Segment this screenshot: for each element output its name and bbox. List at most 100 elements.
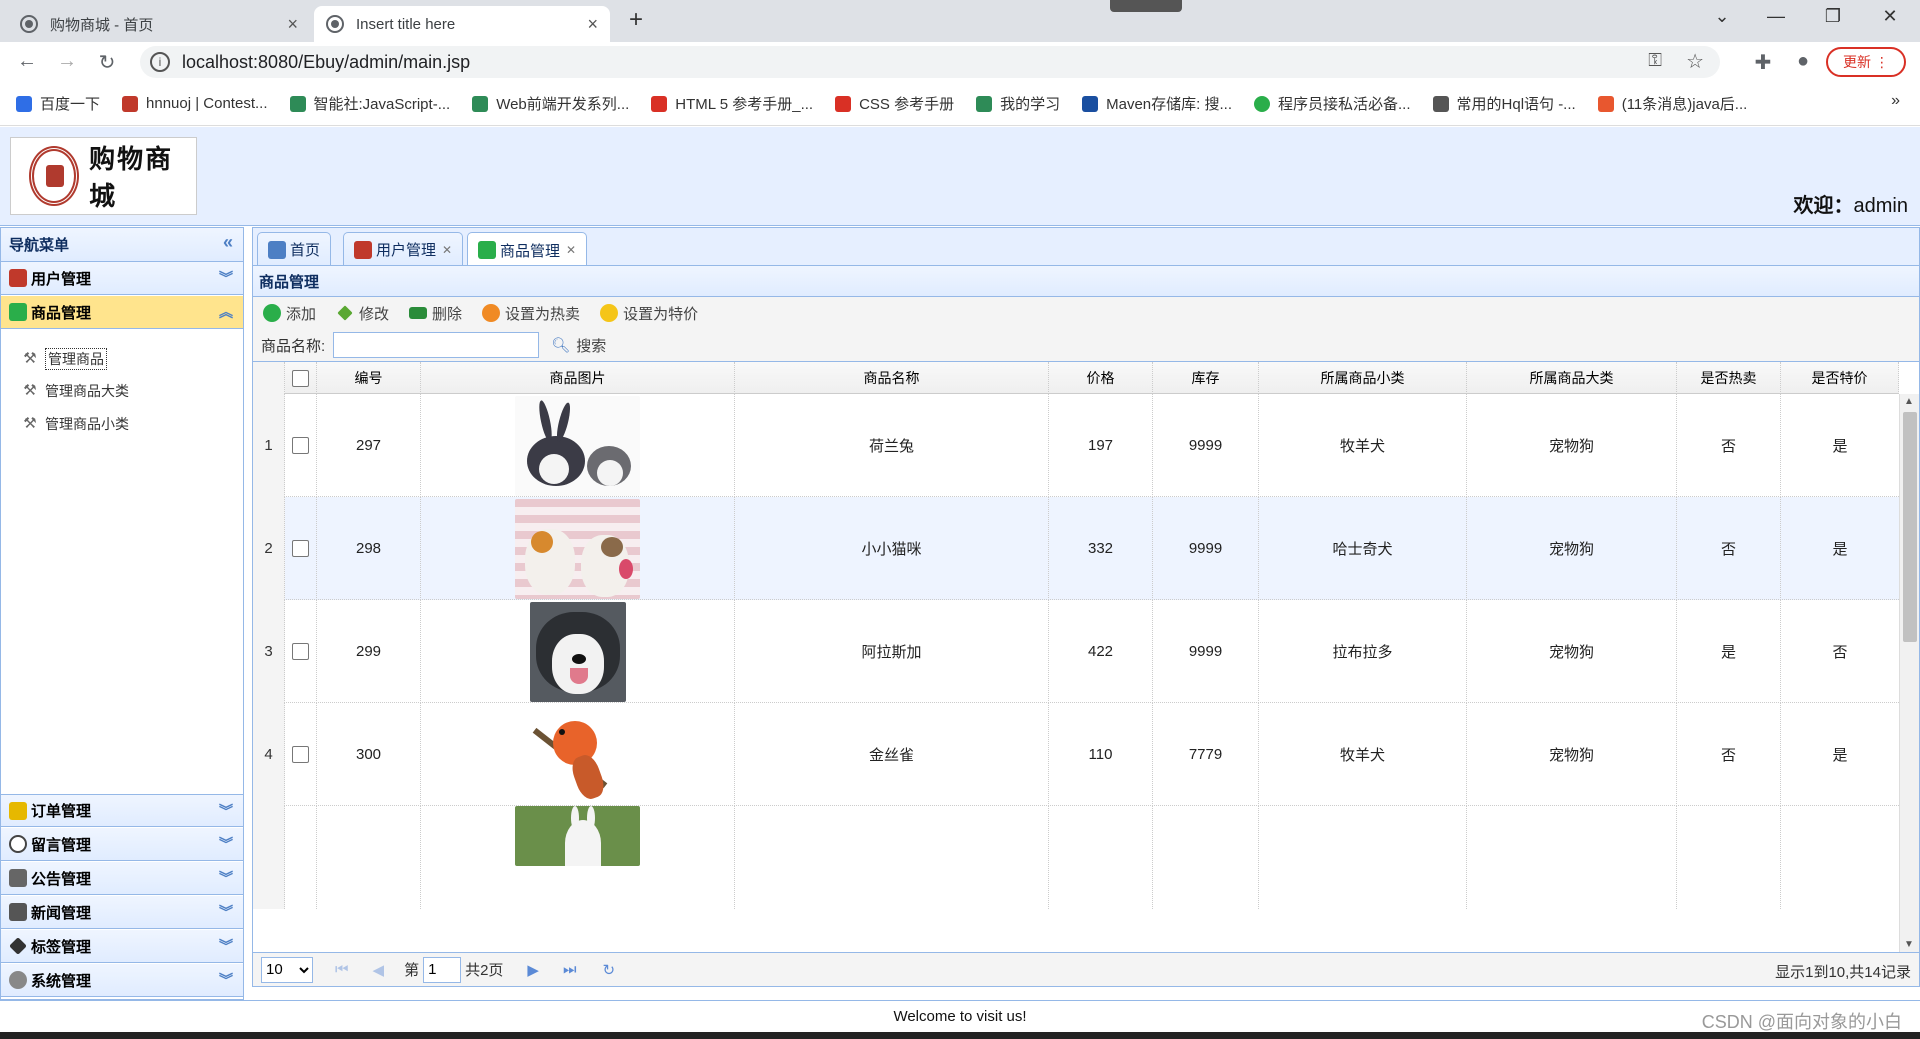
goods-id: 298 bbox=[317, 497, 421, 600]
update-button[interactable]: 更新 ⋮ bbox=[1826, 47, 1906, 77]
back-icon[interactable]: ← bbox=[12, 50, 42, 73]
column-header[interactable]: 所属商品大类 bbox=[1467, 362, 1677, 394]
table-row[interactable]: 1 297 荷兰兔 197 9999 牧羊犬 宠物狗 否 是 bbox=[253, 394, 1899, 497]
grid-scrollbar[interactable]: ▲ ▼ bbox=[1899, 394, 1919, 952]
reload-icon[interactable]: ↻ bbox=[92, 50, 122, 75]
star-icon bbox=[600, 304, 619, 322]
row-checkbox[interactable] bbox=[292, 643, 309, 660]
browser-tab-strip: 购物商城 - 首页 × Insert title here × + ⌄ — ❐ … bbox=[0, 0, 1920, 42]
bookmark-item[interactable]: CSS 参考手册 bbox=[835, 93, 954, 114]
sidebar-item-manage-categories[interactable]: ⚒ 管理商品大类 bbox=[21, 381, 129, 401]
page-number-input[interactable] bbox=[423, 956, 462, 983]
delete-button[interactable]: 删除 bbox=[409, 303, 462, 324]
menu-message-management[interactable]: 留言管理 ︾ bbox=[1, 828, 243, 861]
column-header[interactable]: 商品图片 bbox=[421, 362, 735, 394]
tab-close-icon[interactable]: ✕ bbox=[442, 243, 452, 257]
tab-user-management[interactable]: 用户管理 ✕ bbox=[343, 232, 464, 266]
kittens-image bbox=[515, 498, 640, 599]
refresh-icon[interactable]: ↻ bbox=[602, 961, 615, 979]
collapse-icon[interactable]: « bbox=[223, 232, 233, 253]
menu-user-management[interactable]: 用户管理 ︾ bbox=[1, 262, 243, 295]
table-row[interactable] bbox=[253, 806, 1899, 909]
next-page-icon[interactable]: ▶ bbox=[527, 961, 539, 979]
column-header[interactable]: 编号 bbox=[317, 362, 421, 394]
close-icon[interactable]: × bbox=[587, 14, 598, 35]
star-icon[interactable]: ☆ bbox=[1686, 49, 1704, 74]
close-icon[interactable]: × bbox=[287, 14, 298, 35]
menu-tag-management[interactable]: 标签管理 ︾ bbox=[1, 930, 243, 963]
bookmark-item[interactable]: Maven存储库: 搜... bbox=[1082, 93, 1232, 114]
menu-news-management[interactable]: 新闻管理 ︾ bbox=[1, 896, 243, 929]
row-checkbox[interactable] bbox=[292, 746, 309, 763]
bookmarks-more-icon[interactable]: » bbox=[1891, 92, 1900, 110]
goods-image-cell bbox=[421, 703, 735, 806]
new-tab-button[interactable]: + bbox=[616, 6, 656, 34]
scroll-down-icon[interactable]: ▼ bbox=[1904, 939, 1914, 950]
menu-notice-management[interactable]: 公告管理 ︾ bbox=[1, 862, 243, 895]
extensions-icon[interactable]: ✚ bbox=[1748, 50, 1778, 75]
profile-icon[interactable]: ● bbox=[1788, 50, 1818, 73]
table-row[interactable]: 4 300 金丝雀 110 7779 牧羊犬 宠物狗 否 是 bbox=[253, 703, 1899, 806]
table-row[interactable]: 2 298 小小猫咪 332 9999 哈士奇犬 宠物狗 否 是 bbox=[253, 497, 1899, 600]
column-header[interactable]: 商品名称 bbox=[735, 362, 1049, 394]
key-icon[interactable]: ⚿ bbox=[1648, 50, 1662, 71]
menu-system-management[interactable]: 系统管理 ︾ bbox=[1, 964, 243, 997]
page-size-select[interactable]: 10 bbox=[261, 956, 313, 983]
column-header[interactable]: 库存 bbox=[1153, 362, 1259, 394]
rabbit-kitten-image bbox=[515, 395, 640, 496]
menu-goods-management[interactable]: 商品管理 ︽ bbox=[1, 296, 243, 329]
window-close-icon[interactable]: ✕ bbox=[1870, 6, 1910, 27]
last-page-icon[interactable]: ⏭ bbox=[563, 961, 577, 978]
search-button-label: 搜索 bbox=[576, 337, 607, 355]
restore-icon[interactable]: ❐ bbox=[1813, 6, 1853, 27]
bookmark-item[interactable]: (11条消息)java后... bbox=[1597, 93, 1747, 114]
menu-order-management[interactable]: 订单管理 ︾ bbox=[1, 794, 243, 827]
bookmark-item[interactable]: 智能社:JavaScript-... bbox=[289, 93, 450, 114]
edit-button[interactable]: 修改 bbox=[336, 303, 389, 324]
goods-name-input[interactable] bbox=[333, 332, 540, 358]
sidebar-item-manage-goods[interactable]: ⚒ 管理商品 bbox=[21, 348, 107, 370]
tag-icon bbox=[9, 937, 27, 955]
add-button[interactable]: 添加 bbox=[263, 303, 316, 324]
select-all-checkbox[interactable] bbox=[292, 369, 309, 387]
minimize-icon[interactable]: — bbox=[1756, 6, 1796, 27]
bookmark-item[interactable]: 常用的Hql语句 -... bbox=[1432, 93, 1576, 114]
goods-stock: 9999 bbox=[1153, 600, 1259, 703]
column-header[interactable]: 所属商品小类 bbox=[1259, 362, 1467, 394]
search-button[interactable]: 🔍︎ 搜索 bbox=[551, 335, 606, 356]
sidebar-item-manage-subcategories[interactable]: ⚒ 管理商品小类 bbox=[21, 414, 129, 434]
bookmark-item[interactable]: 程序员接私活必备... bbox=[1254, 93, 1411, 114]
bookmark-item[interactable]: HTML 5 参考手册_... bbox=[651, 93, 813, 114]
bookmark-item[interactable]: hnnuoj | Contest... bbox=[122, 95, 268, 112]
prev-page-icon[interactable]: ◀ bbox=[373, 961, 385, 979]
bookmark-item[interactable]: Web前端开发系列... bbox=[472, 93, 629, 114]
column-header[interactable]: 是否热卖 bbox=[1677, 362, 1781, 394]
canary-image bbox=[515, 704, 640, 805]
tab-home[interactable]: 首页 bbox=[257, 232, 332, 266]
browser-tab-home[interactable]: 购物商城 - 首页 × bbox=[8, 6, 310, 42]
tab-goods-management[interactable]: 商品管理 ✕ bbox=[467, 232, 588, 267]
tab-search-icon[interactable]: ⌄ bbox=[1702, 6, 1742, 27]
column-header[interactable]: 是否特价 bbox=[1781, 362, 1899, 394]
set-special-button[interactable]: 设置为特价 bbox=[600, 303, 698, 324]
row-checkbox[interactable] bbox=[292, 540, 309, 557]
browser-tab-active[interactable]: Insert title here × bbox=[314, 6, 610, 42]
goods-category: 宠物狗 bbox=[1467, 394, 1677, 497]
set-hot-button[interactable]: 设置为热卖 bbox=[482, 303, 580, 324]
table-row[interactable]: 3 299 阿拉斯加 422 9999 拉布拉多 宠物狗 是 否 bbox=[253, 600, 1899, 703]
goods-special: 是 bbox=[1832, 747, 1848, 764]
row-number bbox=[253, 806, 285, 909]
menu-label: 商品管理 bbox=[31, 304, 92, 322]
bookmark-item[interactable]: 我的学习 bbox=[976, 93, 1060, 114]
scroll-up-icon[interactable]: ▲ bbox=[1904, 396, 1914, 407]
expand-icon: ︾ bbox=[219, 938, 233, 954]
column-header[interactable]: 价格 bbox=[1049, 362, 1153, 394]
row-checkbox[interactable] bbox=[292, 437, 309, 454]
tab-close-icon[interactable]: ✕ bbox=[566, 243, 576, 257]
forward-icon[interactable]: → bbox=[52, 50, 82, 73]
first-page-icon[interactable]: ⏮ bbox=[335, 961, 349, 978]
bookmark-item[interactable]: 百度一下 bbox=[16, 93, 100, 114]
scrollbar-thumb[interactable] bbox=[1903, 412, 1917, 642]
address-bar[interactable]: i localhost:8080/Ebuy/admin/main.jsp ⚿ ☆ bbox=[140, 46, 1720, 78]
info-icon[interactable]: i bbox=[150, 52, 170, 72]
